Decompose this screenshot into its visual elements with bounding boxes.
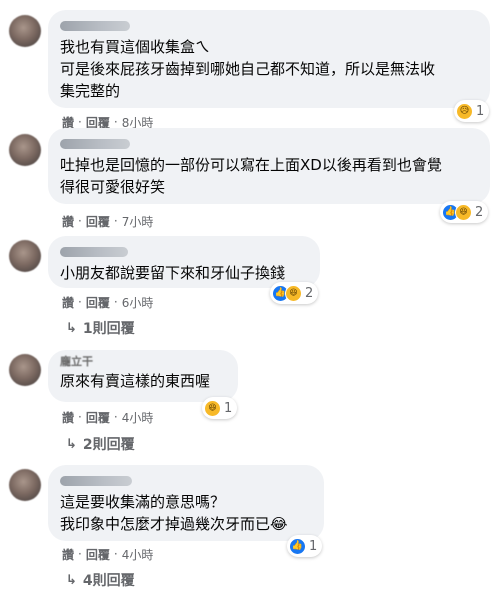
avatar[interactable] (9, 354, 41, 386)
reply-link[interactable]: 回覆 (86, 294, 110, 311)
haha-reaction-icon: 😆 (285, 284, 302, 302)
reaction-summary[interactable]: 👍 1 (287, 535, 323, 557)
reaction-summary[interactable]: 👍 😆 2 (440, 201, 489, 223)
reply-arrow-icon: ↳ (66, 572, 77, 588)
comment-text: 我也有買這個收集盒ㄟ 可是後來屁孩牙齒掉到哪她自己都不知道，所以是無法收 集完整… (60, 38, 436, 100)
replies-count: 2則回覆 (82, 437, 135, 453)
replies-count: 1則回覆 (82, 321, 135, 337)
comment-bubble: 小朋友都說要留下來和牙仙子換錢 (48, 236, 320, 288)
reaction-count: 1 (309, 538, 318, 554)
comment-actions: 讚 · 回覆 · 6小時 (62, 294, 154, 311)
comment-actions: 讚 · 回覆 · 4小時 (62, 409, 154, 426)
reaction-summary[interactable]: 👍 😆 2 (270, 282, 319, 304)
reply-link[interactable]: 回覆 (86, 213, 110, 230)
like-reaction-icon: 👍 (289, 537, 306, 555)
reaction-summary[interactable]: 😆 1 (202, 397, 238, 419)
haha-reaction-icon: 😆 (204, 399, 221, 417)
reaction-count: 2 (305, 285, 314, 301)
comment-text: 小朋友都說要留下來和牙仙子換錢 (60, 264, 286, 282)
view-replies-link[interactable]: ↳ 4則回覆 (66, 571, 135, 590)
timestamp[interactable]: 7小時 (122, 213, 154, 230)
haha-reaction-icon: 😆 (455, 203, 472, 221)
comment-text: 原來有賣這樣的東西喔 (60, 372, 211, 390)
comment-bubble: 這是要收集滿的意思嗎？ 我印象中怎麼才掉過幾次牙而已😂 (48, 465, 324, 541)
reaction-count: 1 (224, 400, 233, 416)
comment-actions: 讚 · 回覆 · 4小時 (62, 546, 154, 563)
reply-link[interactable]: 回覆 (86, 546, 110, 563)
avatar[interactable] (9, 134, 41, 166)
comment-bubble: 吐掉也是回憶的一部份可以寫在上面XD以後再看到也會覺 得很可愛很好笑 (48, 128, 490, 204)
author-name-redacted[interactable] (60, 476, 132, 486)
view-replies-link[interactable]: ↳ 1則回覆 (66, 319, 135, 338)
avatar[interactable] (9, 15, 41, 47)
avatar[interactable] (9, 469, 41, 501)
author-name[interactable]: 龐立干 (60, 356, 226, 368)
comment-bubble: 我也有買這個收集盒ㄟ 可是後來屁孩牙齒掉到哪她自己都不知道，所以是無法收 集完整… (48, 10, 490, 108)
view-replies-link[interactable]: ↳ 2則回覆 (66, 435, 135, 454)
author-name-redacted[interactable] (60, 247, 128, 257)
like-link[interactable]: 讚 (62, 294, 74, 311)
timestamp[interactable]: 4小時 (122, 546, 154, 563)
like-link[interactable]: 讚 (62, 546, 74, 563)
author-name-redacted[interactable] (60, 139, 130, 149)
replies-count: 4則回覆 (82, 573, 135, 589)
author-name-redacted[interactable] (60, 21, 130, 31)
timestamp[interactable]: 4小時 (122, 409, 154, 426)
comment-text: 吐掉也是回憶的一部份可以寫在上面XD以後再看到也會覺 得很可愛很好笑 (60, 156, 442, 196)
reply-arrow-icon: ↳ (66, 436, 77, 452)
like-link[interactable]: 讚 (62, 213, 74, 230)
avatar[interactable] (9, 240, 41, 272)
comment-text: 這是要收集滿的意思嗎？ 我印象中怎麼才掉過幾次牙而已😂 (60, 493, 288, 533)
reaction-count: 2 (475, 204, 484, 220)
sad-reaction-icon: 😥 (456, 102, 473, 120)
comment-bubble: 龐立干 原來有賣這樣的東西喔 (48, 350, 238, 402)
reaction-summary[interactable]: 😥 1 (454, 100, 490, 122)
reply-link[interactable]: 回覆 (86, 409, 110, 426)
like-link[interactable]: 讚 (62, 409, 74, 426)
reaction-count: 1 (476, 103, 485, 119)
timestamp[interactable]: 6小時 (122, 294, 154, 311)
comment-actions: 讚 · 回覆 · 7小時 (62, 213, 154, 230)
reply-arrow-icon: ↳ (66, 320, 77, 336)
